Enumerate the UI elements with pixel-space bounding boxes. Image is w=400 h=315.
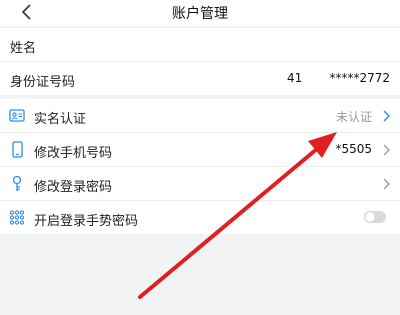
gesture-toggle[interactable] (364, 211, 386, 223)
gesture-grid-icon (9, 210, 25, 225)
key-icon (12, 175, 22, 191)
chevron-right-icon (383, 110, 390, 122)
id-number-suffix: *****2772 (329, 71, 390, 85)
chevron-right-icon (383, 144, 390, 156)
realname-label: 实名认证 (34, 112, 87, 127)
phone-label: 修改手机号码 (34, 146, 113, 161)
id-number-prefix: 41 (287, 71, 303, 85)
settings-group: 实名认证 未认证 修改手机号码 *5505 修改登录密码 开启登录手势密码 (0, 99, 400, 234)
password-label: 修改登录密码 (34, 180, 113, 195)
name-row: 姓名 (0, 28, 400, 62)
toggle-knob (365, 212, 375, 222)
name-label: 姓名 (10, 41, 37, 56)
page-title: 账户管理 (172, 6, 228, 22)
phone-icon (12, 141, 23, 158)
realname-status: 未认证 (335, 110, 372, 124)
id-card-icon (9, 109, 25, 122)
phone-row[interactable]: 修改手机号码 *5505 (0, 133, 400, 167)
id-label: 身份证号码 (10, 75, 76, 90)
realname-row[interactable]: 实名认证 未认证 (0, 99, 400, 133)
chevron-right-icon (383, 178, 390, 190)
password-row[interactable]: 修改登录密码 (0, 167, 400, 201)
id-row: 身份证号码 41 *****2772 (0, 62, 400, 95)
profile-group: 姓名 身份证号码 41 *****2772 (0, 28, 400, 95)
nav-bar: 账户管理 (0, 0, 400, 26)
gesture-row: 开启登录手势密码 (0, 201, 400, 234)
gesture-label: 开启登录手势密码 (34, 214, 139, 229)
phone-value: *5505 (335, 142, 372, 156)
